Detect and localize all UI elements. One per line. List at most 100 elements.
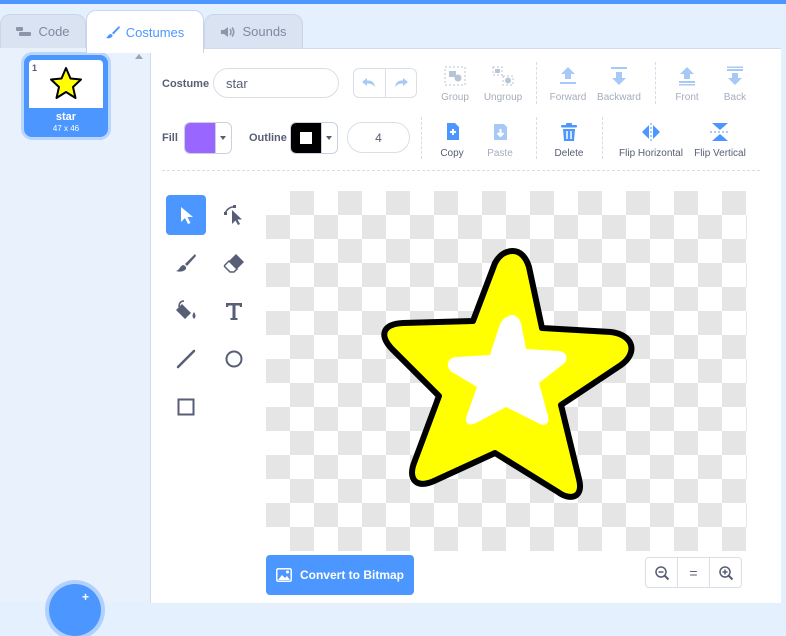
toolbar-divider	[655, 62, 656, 104]
back-button[interactable]: Back	[722, 66, 748, 103]
flip-vertical-icon	[710, 123, 730, 141]
undo-button[interactable]	[354, 69, 386, 97]
line-icon	[176, 349, 196, 369]
reshape-tool[interactable]	[214, 195, 254, 235]
costume-name: star	[55, 111, 77, 123]
ungroup-button[interactable]: Ungroup	[484, 66, 522, 103]
zoom-in-icon	[718, 565, 733, 580]
fill-tool[interactable]	[166, 291, 206, 331]
convert-to-bitmap-button[interactable]: Convert to Bitmap	[266, 555, 414, 595]
costume-thumbnail	[29, 60, 103, 108]
select-tool[interactable]	[166, 195, 206, 235]
copy-label: Copy	[440, 148, 464, 159]
tab-sounds[interactable]: Sounds	[204, 14, 303, 48]
group-icon	[444, 66, 466, 86]
backward-icon	[611, 67, 627, 85]
costume-item-star[interactable]: 1 star 47 x 46	[24, 55, 108, 137]
tab-sounds-label: Sounds	[242, 24, 287, 39]
paste-icon	[494, 124, 507, 140]
text-tool[interactable]	[214, 291, 254, 331]
circle-tool[interactable]	[214, 339, 254, 379]
reshape-icon	[224, 205, 242, 225]
outline-width-value: 4	[375, 130, 382, 145]
redo-icon	[394, 78, 408, 87]
group-label: Group	[441, 92, 469, 103]
forward-label: Forward	[549, 92, 587, 103]
backward-button[interactable]: Backward	[597, 66, 641, 103]
costume-list-scrollbar[interactable]	[131, 48, 149, 602]
delete-button[interactable]: Delete	[553, 122, 585, 159]
paste-button[interactable]: Paste	[486, 122, 514, 159]
flip-vertical-button[interactable]: Flip Vertical	[692, 122, 748, 159]
caret-down-icon	[326, 136, 332, 140]
costume-number: 1	[32, 63, 38, 73]
star-thumbnail-icon	[50, 67, 82, 99]
flip-horizontal-icon	[642, 123, 660, 141]
circle-icon	[225, 350, 243, 368]
fill-color-swatch	[185, 123, 215, 153]
zoom-in-button[interactable]	[709, 558, 741, 587]
trash-icon	[561, 123, 577, 141]
tab-bar: Code Costumes Sounds	[0, 4, 786, 53]
zoom-out-icon	[654, 565, 669, 580]
tab-code[interactable]: Code	[0, 14, 86, 48]
tab-costumes[interactable]: Costumes	[86, 10, 204, 53]
eraser-tool[interactable]	[214, 243, 254, 283]
brush-tool[interactable]	[166, 243, 206, 283]
outline-color-picker[interactable]	[290, 122, 338, 154]
front-icon	[679, 67, 695, 86]
costume-name-value: star	[226, 75, 248, 91]
delete-label: Delete	[554, 148, 584, 159]
back-icon	[727, 66, 743, 85]
costume-name-label: Costume	[162, 78, 210, 90]
scroll-up-icon[interactable]	[135, 54, 143, 59]
add-costume-button[interactable]: +	[49, 584, 101, 636]
outline-dropdown[interactable]	[321, 123, 336, 153]
copy-button[interactable]: Copy	[438, 122, 466, 159]
brush-icon	[176, 254, 196, 272]
toolbar-divider	[602, 117, 603, 159]
eraser-icon	[223, 254, 244, 273]
convert-to-bitmap-label: Convert to Bitmap	[299, 568, 404, 582]
zoom-out-button[interactable]	[646, 558, 677, 587]
outline-width-input[interactable]: 4	[347, 122, 410, 153]
redo-button[interactable]	[386, 69, 417, 97]
select-icon	[181, 207, 193, 224]
front-button[interactable]: Front	[674, 66, 700, 103]
tab-costumes-label: Costumes	[125, 24, 185, 40]
costume-size: 47 x 46	[52, 124, 80, 133]
undo-redo-group	[353, 68, 417, 98]
zoom-reset-label: =	[689, 564, 698, 581]
rectangle-icon	[177, 398, 195, 416]
rectangle-tool[interactable]	[166, 387, 206, 427]
ungroup-label: Ungroup	[483, 92, 523, 103]
ungroup-icon	[492, 66, 514, 86]
star-costume-shape	[381, 248, 635, 500]
copy-icon	[447, 123, 459, 140]
fill-label: Fill	[162, 132, 178, 144]
flip-horizontal-button[interactable]: Flip Horizontal	[617, 122, 685, 159]
paint-canvas[interactable]	[266, 191, 747, 551]
back-label: Back	[723, 92, 747, 103]
backward-label: Backward	[597, 92, 641, 103]
costume-name-input[interactable]: star	[213, 68, 339, 98]
fill-color-picker[interactable]	[184, 122, 232, 154]
zoom-reset-button[interactable]: =	[677, 558, 709, 587]
image-icon	[275, 568, 292, 582]
fill-dropdown[interactable]	[215, 123, 230, 153]
undo-icon	[362, 78, 376, 87]
forward-button[interactable]: Forward	[549, 66, 587, 103]
toolbar-separator	[162, 170, 760, 171]
line-tool[interactable]	[166, 339, 206, 379]
toolbar-divider	[536, 62, 537, 104]
brush-icon	[105, 26, 120, 39]
outline-label: Outline	[249, 132, 287, 144]
group-button[interactable]: Group	[440, 66, 470, 103]
code-icon	[16, 26, 32, 36]
caret-down-icon	[220, 136, 226, 140]
toolbar-divider	[421, 117, 422, 159]
flip-horizontal-label: Flip Horizontal	[619, 148, 683, 159]
paste-label: Paste	[487, 148, 513, 159]
flip-vertical-label: Flip Vertical	[694, 148, 746, 159]
toolbar-divider	[536, 117, 537, 159]
